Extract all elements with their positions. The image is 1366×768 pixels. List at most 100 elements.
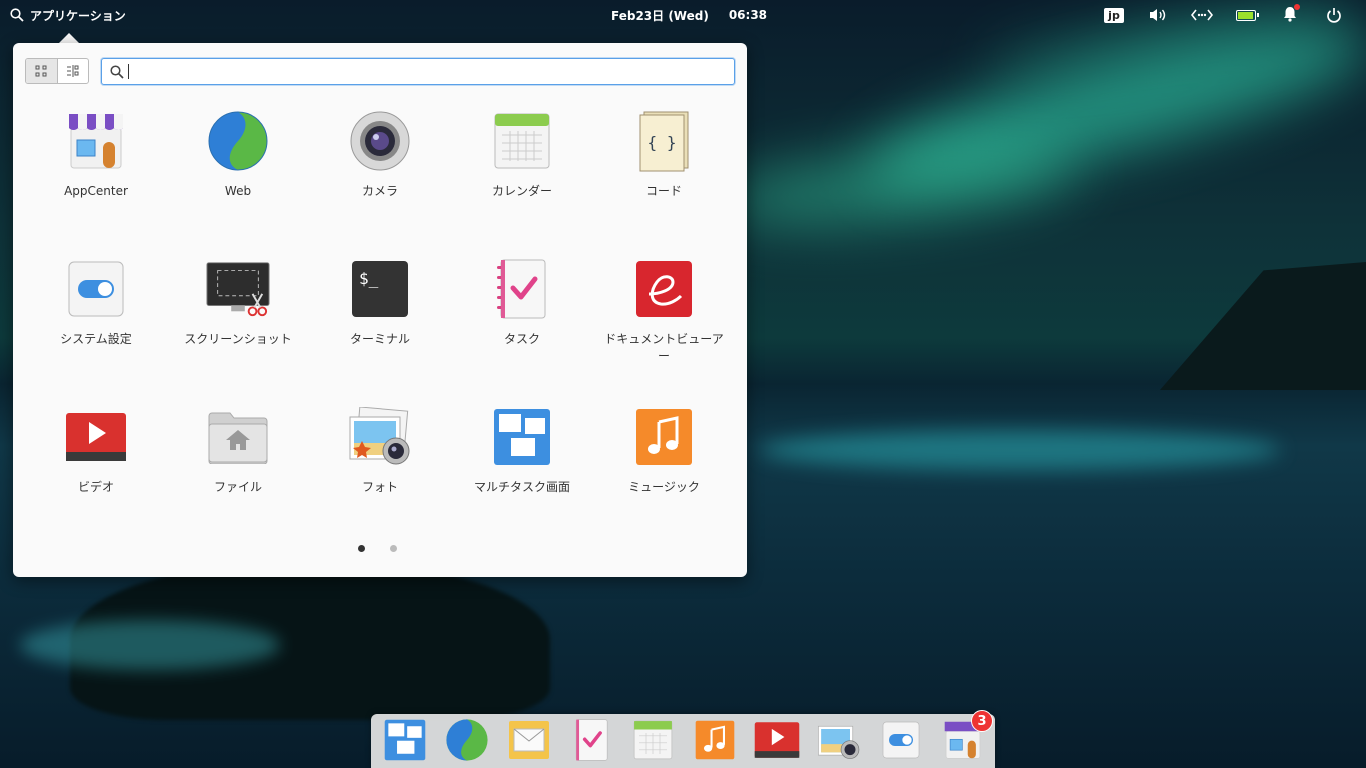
update-count-badge: 3 bbox=[971, 710, 993, 732]
camera-icon bbox=[348, 109, 412, 173]
app-label: ターミナル bbox=[349, 332, 410, 346]
app-label: Web bbox=[224, 184, 252, 198]
notifications-indicator[interactable] bbox=[1268, 0, 1312, 30]
grid-view-icon bbox=[35, 65, 47, 77]
network-indicator[interactable] bbox=[1180, 0, 1224, 30]
mail-icon bbox=[509, 721, 549, 759]
app-label: ビデオ bbox=[77, 480, 114, 494]
app-label: スクリーンショット bbox=[184, 332, 292, 346]
music-icon bbox=[632, 405, 696, 469]
appcenter-icon bbox=[64, 109, 128, 173]
dock-item-multitasking[interactable] bbox=[381, 716, 429, 764]
app-files[interactable]: ファイル bbox=[167, 401, 309, 549]
videos-icon bbox=[64, 405, 128, 469]
svg-text:{ }: { } bbox=[648, 133, 677, 152]
dock-item-system-settings[interactable] bbox=[877, 716, 925, 764]
page-dot-1[interactable] bbox=[358, 545, 365, 552]
dock-item-mail[interactable] bbox=[505, 716, 553, 764]
multitasking-icon bbox=[490, 405, 554, 469]
app-tasks[interactable]: タスク bbox=[451, 253, 593, 401]
code-editor-icon: { } bbox=[632, 109, 696, 173]
app-screenshot[interactable]: スクリーンショット bbox=[167, 253, 309, 401]
text-cursor bbox=[128, 64, 129, 79]
search-input[interactable] bbox=[135, 64, 715, 79]
app-label: カレンダー bbox=[491, 184, 552, 198]
app-label: フォト bbox=[361, 480, 398, 494]
power-battery-indicator[interactable] bbox=[1224, 0, 1268, 30]
app-label: ファイル bbox=[213, 480, 262, 494]
category-view-icon bbox=[66, 65, 79, 77]
datetime-indicator[interactable]: Feb23日 (Wed) 06:38 bbox=[611, 0, 767, 30]
dock-item-music[interactable] bbox=[691, 716, 739, 764]
app-label: タスク bbox=[503, 332, 540, 346]
files-icon bbox=[206, 405, 270, 469]
battery-icon bbox=[1236, 9, 1259, 21]
app-calendar[interactable]: カレンダー bbox=[451, 105, 593, 253]
app-system-settings[interactable]: システム設定 bbox=[25, 253, 167, 401]
date-label: Feb23日 (Wed) bbox=[611, 8, 709, 23]
app-terminal[interactable]: $_ ターミナル bbox=[309, 253, 451, 401]
view-mode-switcher bbox=[25, 58, 89, 84]
dock-item-web[interactable] bbox=[443, 716, 491, 764]
app-music[interactable]: ミュージック bbox=[593, 401, 735, 549]
category-view-button[interactable] bbox=[58, 59, 89, 83]
applications-menu-label: アプリケーション bbox=[30, 8, 126, 23]
web-browser-icon bbox=[206, 109, 270, 173]
session-indicator[interactable] bbox=[1312, 0, 1356, 30]
page-dot-2[interactable] bbox=[390, 545, 397, 552]
tasks-icon bbox=[575, 719, 608, 761]
videos-icon bbox=[754, 722, 800, 758]
app-label: システム設定 bbox=[60, 332, 132, 346]
multitasking-icon bbox=[384, 719, 426, 761]
page-indicator bbox=[358, 545, 397, 552]
app-label: コード bbox=[645, 184, 682, 198]
search-icon bbox=[10, 8, 24, 22]
app-code[interactable]: { } コード bbox=[593, 105, 735, 253]
search-icon bbox=[110, 64, 124, 79]
app-label: ミュージック bbox=[628, 480, 700, 494]
photos-icon bbox=[818, 725, 860, 759]
dock-item-videos[interactable] bbox=[753, 716, 801, 764]
dock: 3 bbox=[371, 710, 995, 768]
app-label: ドキュメントビューアー bbox=[604, 332, 724, 363]
screenshot-icon bbox=[206, 257, 270, 321]
music-icon bbox=[695, 720, 735, 760]
calendar-icon bbox=[633, 720, 673, 760]
app-label: マルチタスク画面 bbox=[473, 480, 570, 494]
document-viewer-icon bbox=[632, 257, 696, 321]
dock-item-calendar[interactable] bbox=[629, 716, 677, 764]
app-document-viewer[interactable]: ドキュメントビューアー bbox=[593, 253, 735, 401]
applications-menu-popover: AppCenter Web カメラ カレンダー { } コード システム設定 ス… bbox=[13, 43, 747, 577]
network-icon bbox=[1191, 9, 1213, 21]
notifications-icon bbox=[1283, 3, 1300, 25]
power-icon bbox=[1327, 8, 1341, 23]
app-photos[interactable]: フォト bbox=[309, 401, 451, 549]
system-settings-icon bbox=[64, 257, 128, 321]
volume-icon bbox=[1150, 9, 1166, 21]
app-web[interactable]: Web bbox=[167, 105, 309, 253]
volume-indicator[interactable] bbox=[1136, 0, 1180, 30]
calendar-icon bbox=[490, 109, 554, 173]
dock-item-appcenter[interactable]: 3 bbox=[939, 710, 993, 764]
keyboard-indicator[interactable]: jp bbox=[1092, 0, 1136, 30]
system-settings-icon bbox=[882, 721, 920, 759]
app-grid: AppCenter Web カメラ カレンダー { } コード システム設定 ス… bbox=[25, 105, 735, 549]
applications-menu-button[interactable]: アプリケーション bbox=[10, 0, 126, 30]
app-camera[interactable]: カメラ bbox=[309, 105, 451, 253]
time-label: 06:38 bbox=[728, 8, 768, 22]
dock-item-photos[interactable] bbox=[815, 716, 863, 764]
popover-arrow bbox=[59, 33, 79, 43]
search-field[interactable] bbox=[101, 58, 735, 85]
app-appcenter[interactable]: AppCenter bbox=[25, 105, 167, 253]
photos-icon bbox=[348, 405, 412, 469]
keyboard-icon: jp bbox=[1104, 7, 1124, 23]
app-multitasking[interactable]: マルチタスク画面 bbox=[451, 401, 593, 549]
svg-text:$_: $_ bbox=[359, 269, 379, 288]
app-label: カメラ bbox=[361, 184, 398, 198]
app-videos[interactable]: ビデオ bbox=[25, 401, 167, 549]
web-browser-icon bbox=[446, 719, 488, 761]
grid-view-button[interactable] bbox=[26, 59, 58, 83]
top-panel: アプリケーション Feb23日 (Wed) 06:38 jp bbox=[0, 0, 1366, 30]
app-label: AppCenter bbox=[64, 184, 128, 198]
dock-item-tasks[interactable] bbox=[567, 716, 615, 764]
